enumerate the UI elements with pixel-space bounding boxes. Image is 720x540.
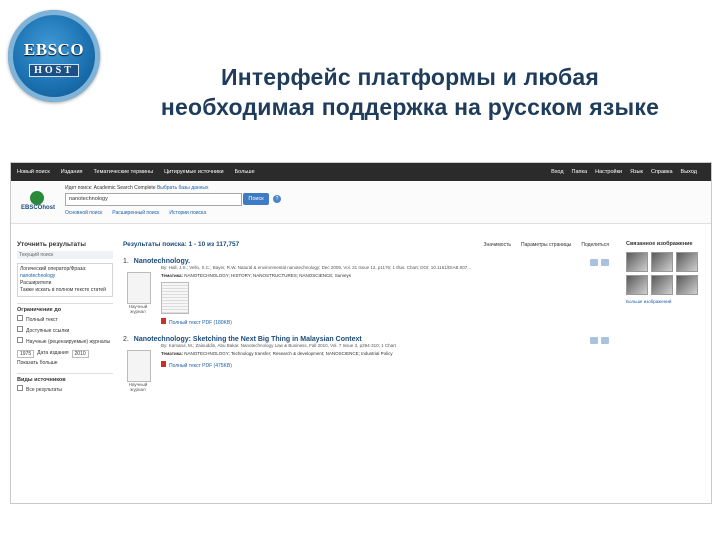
nav-language[interactable]: Язык: [630, 169, 643, 175]
search-history-link[interactable]: Истории поиска: [169, 210, 206, 216]
references-checkbox[interactable]: Доступные ссылки: [17, 326, 113, 335]
result-item: 1. Nanotechnology. Научный журнал By: Ha…: [123, 258, 609, 326]
pdf-fulltext-link[interactable]: Полный текст PDF (475KB): [161, 361, 609, 369]
fulltext-checkbox[interactable]: Полный текст: [17, 315, 113, 324]
journal-type-label: Научный журнал: [128, 382, 148, 392]
search-button[interactable]: Поиск: [243, 193, 269, 205]
result-subjects: Тематика: NANOTECHNOLOGY; HISTORY; NANOS…: [161, 273, 352, 278]
date-to-field[interactable]: 2010: [71, 350, 89, 358]
fulltext-expander[interactable]: Также искать в полном тексте статей: [20, 287, 110, 294]
top-nav-bar: Новый поиск Издания Тематические термины…: [11, 163, 711, 181]
refine-results-heading: Уточнить результаты: [17, 241, 86, 248]
pdf-fulltext-link[interactable]: Полный текст PDF (180KB): [161, 318, 609, 326]
date-from-field[interactable]: 1975: [17, 350, 35, 358]
relevance-dropdown[interactable]: Значимость: [484, 242, 511, 248]
nav-signin[interactable]: Вход: [551, 169, 563, 175]
nav-more[interactable]: Больше: [235, 169, 255, 175]
limit-to-heading: Ограничение до: [17, 303, 113, 313]
basic-search-link[interactable]: Основной поиск: [65, 210, 102, 216]
nav-preferences[interactable]: Настройки: [595, 169, 622, 175]
related-images-grid: [626, 252, 704, 295]
ebsco-host-logo: EBSCO HOST: [8, 10, 100, 102]
nav-help[interactable]: Справка: [651, 169, 673, 175]
logo-host-text: HOST: [29, 64, 79, 77]
checkbox-icon[interactable]: [17, 326, 23, 332]
searching-label: Идет поиск: Academic Search Complete Выб…: [65, 185, 209, 191]
pdf-icon: [161, 318, 166, 324]
result-item: 2. Nanotechnology: Sketching the Next Bi…: [123, 336, 609, 392]
preview-icon[interactable]: [590, 337, 598, 344]
related-images-heading: Связанное изображение: [626, 241, 693, 247]
search-input[interactable]: nanotechnology: [65, 193, 242, 206]
result-actions: [587, 337, 609, 344]
all-results-checkbox[interactable]: Все результаты: [17, 385, 113, 394]
source-types-heading: Виды источников: [17, 373, 113, 383]
ebsco-interface-screenshot: Новый поиск Издания Тематические термины…: [10, 162, 712, 504]
show-more-link[interactable]: Показать больше: [17, 360, 113, 367]
checkbox-icon[interactable]: [17, 337, 23, 343]
nav-new-search[interactable]: Новый поиск: [17, 169, 50, 175]
current-search-box: Логический оператор/Фраза: nanotechnolog…: [17, 263, 113, 297]
journal-thumbnail: [127, 350, 151, 382]
results-header: Результаты поиска: 1 - 10 из 117,757 Зна…: [123, 241, 609, 248]
choose-databases-link[interactable]: Выбрать базы данных: [157, 185, 209, 191]
related-image[interactable]: [676, 275, 698, 295]
related-images-panel: Связанное изображение Больше изображений: [626, 241, 704, 304]
ebscohost-small-logo: EBSCOhost: [17, 191, 59, 217]
nav-exit[interactable]: Выход: [681, 169, 697, 175]
nav-folder[interactable]: Папка: [572, 169, 588, 175]
slide-title-line1: Интерфейс платформы и любая: [221, 64, 599, 90]
nav-cited-references[interactable]: Цитируемые источники: [164, 169, 223, 175]
advanced-search-link[interactable]: Расширенный поиск: [112, 210, 159, 216]
page-options-dropdown[interactable]: Параметры страницы: [521, 242, 571, 248]
related-image[interactable]: [626, 252, 648, 272]
checkbox-icon[interactable]: [17, 315, 23, 321]
preview-icon[interactable]: [590, 259, 598, 266]
result-citation: By: Kamarul, M.; Zainuddin, Abu Bakar. N…: [161, 343, 396, 348]
date-label: Дата издания: [37, 350, 69, 356]
current-search-label: Текущий поиск: [17, 251, 113, 259]
article-image-thumbnail[interactable]: [161, 282, 189, 314]
related-image[interactable]: [676, 252, 698, 272]
share-dropdown[interactable]: Поделиться: [581, 242, 609, 248]
result-actions: [587, 259, 609, 266]
result-subjects: Тематика: NANOTECHNOLOGY; Technology tra…: [161, 351, 393, 356]
peer-reviewed-checkbox[interactable]: Научные (рецензируемые) журналы: [17, 337, 113, 346]
related-image[interactable]: [626, 275, 648, 295]
checkbox-icon[interactable]: [17, 385, 23, 391]
search-bar-area: EBSCOhost Идет поиск: Academic Search Co…: [11, 181, 711, 224]
current-term-link[interactable]: nanotechnology: [20, 273, 110, 280]
result-title[interactable]: 2. Nanotechnology: Sketching the Next Bi…: [123, 336, 609, 343]
nav-publications[interactable]: Издания: [61, 169, 83, 175]
date-range: 1975 Дата издания 2010: [17, 350, 113, 358]
help-icon[interactable]: ?: [273, 195, 281, 203]
journal-thumbnail: [127, 272, 151, 304]
add-to-folder-icon[interactable]: [601, 259, 609, 266]
refine-sidebar: Уточнить результаты Текущий поиск Логиче…: [17, 241, 113, 394]
logo-dot-icon: [30, 191, 44, 205]
nav-subject-terms[interactable]: Тематические термины: [94, 169, 154, 175]
more-images-link[interactable]: Больше изображений: [626, 299, 704, 304]
slide-title-line2: необходимая поддержка на русском языке: [160, 94, 660, 120]
results-column: Результаты поиска: 1 - 10 из 117,757 Зна…: [123, 241, 609, 392]
top-nav-right: Вход Папка Настройки Язык Справка Выход: [551, 169, 705, 175]
journal-type-label: Научный журнал: [128, 304, 148, 314]
result-title[interactable]: 1. Nanotechnology.: [123, 258, 609, 265]
search-mode-links: Основной поиск Расширенный поиск Истории…: [65, 210, 216, 216]
related-image[interactable]: [651, 252, 673, 272]
related-image[interactable]: [651, 275, 673, 295]
logo-ebsco-text: EBSCO: [23, 40, 85, 59]
add-to-folder-icon[interactable]: [601, 337, 609, 344]
slide-title: Интерфейс платформы и любая необходимая …: [100, 62, 720, 122]
result-citation: By: Hall, J.S.; Vello, S.C.; Bayer, R.W.…: [161, 265, 471, 270]
results-options: Значимость Параметры страницы Поделиться: [474, 242, 610, 248]
results-count: Результаты поиска: 1 - 10 из 117,757: [123, 241, 240, 248]
pdf-icon: [161, 361, 166, 367]
